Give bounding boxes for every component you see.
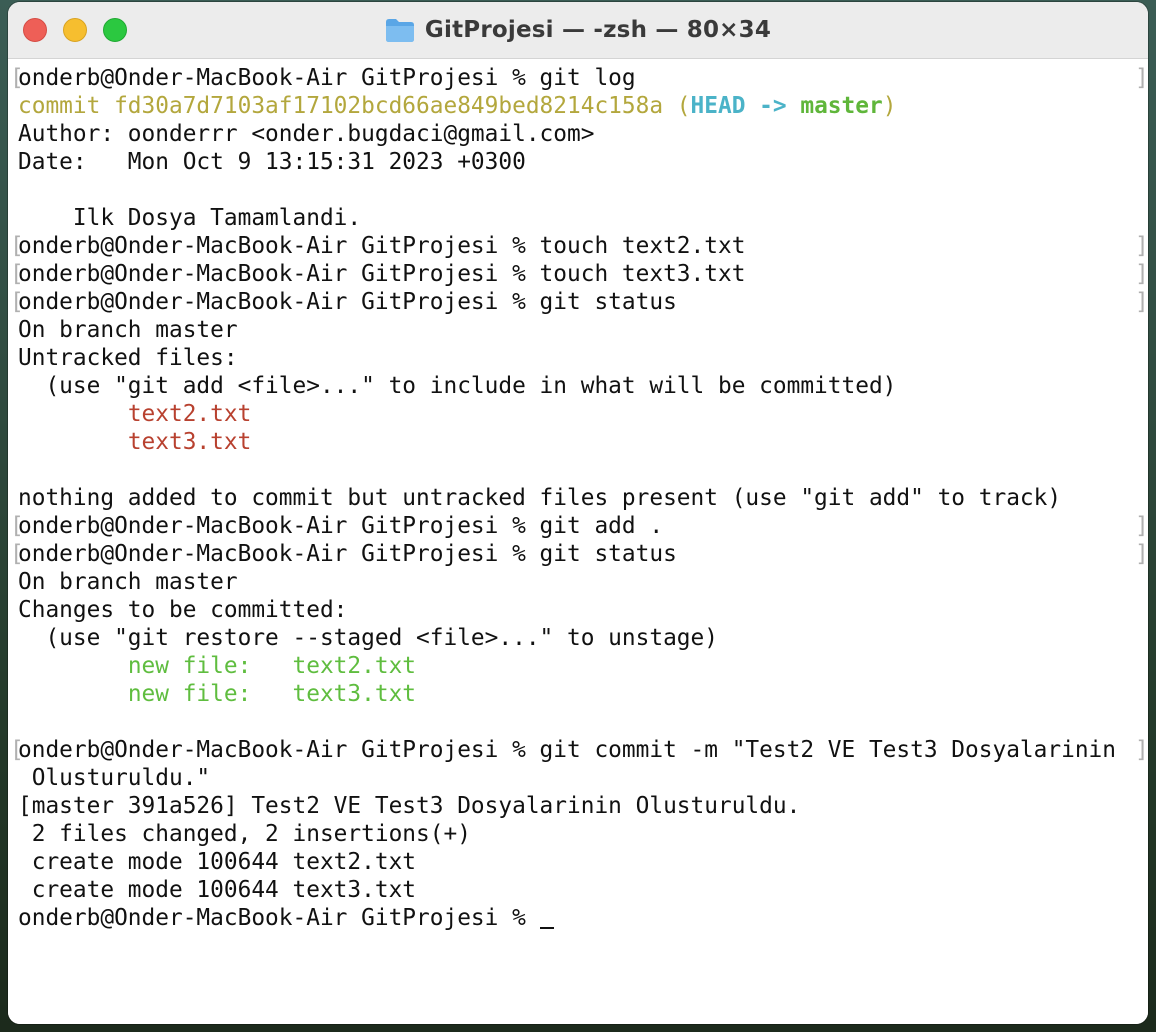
terminal-line: Author: oonderrr <onder.bugdaci@gmail.co… [18,121,595,147]
untracked-file: text3.txt [127,429,252,455]
ref-open-paren: ( [663,93,691,119]
terminal-line: create mode 100644 text2.txt [18,849,417,875]
staged-file: new file: text2.txt [127,653,417,679]
line-marker-right: ] [1135,289,1148,315]
terminal-line-untracked: text3.txt [18,428,252,456]
ref-close-paren: ) [882,93,897,119]
terminal-line: onderb@Onder-MacBook-Air GitProjesi % gi… [18,737,1116,763]
line-marker-right: ] [1135,233,1148,259]
terminal-line: Changes to be committed: [18,597,348,623]
title-bar[interactable]: GitProjesi — -zsh — 80×34 [8,2,1148,59]
terminal-line: 2 files changed, 2 insertions(+) [18,821,471,847]
terminal-prompt-line[interactable]: onderb@Onder-MacBook-Air GitProjesi % [18,904,554,932]
terminal-line: On branch master [18,317,238,343]
terminal-line: onderb@Onder-MacBook-Air GitProjesi % gi… [18,289,677,315]
terminal-line: onderb@Onder-MacBook-Air GitProjesi % to… [18,261,746,287]
staged-file: new file: text3.txt [127,681,417,707]
terminal-line: Olusturuldu." [18,765,211,791]
terminal-line-staged: new file: text3.txt [18,680,416,708]
terminal-line: onderb@Onder-MacBook-Air GitProjesi % gi… [18,65,636,91]
terminal-line: On branch master [18,569,238,595]
terminal-line: onderb@Onder-MacBook-Air GitProjesi % to… [18,233,746,259]
terminal-line-staged: new file: text2.txt [18,652,416,680]
terminal-line: (use "git restore --staged <file>..." to… [18,625,718,651]
head-ref: HEAD -> [690,93,801,119]
terminal-line: [master 391a526] Test2 VE Test3 Dosyalar… [18,793,801,819]
line-marker-right: ] [1135,737,1148,763]
window-title-container: GitProjesi — -zsh — 80×34 [8,2,1148,58]
shell-prompt: onderb@Onder-MacBook-Air GitProjesi % [18,905,540,931]
terminal-window: GitProjesi — -zsh — 80×34 [ onderb@Onder… [8,2,1148,1024]
terminal-line: Ilk Dosya Tamamlandi. [18,205,362,231]
terminal-line: nothing added to commit but untracked fi… [18,485,1062,511]
line-marker-right: ] [1135,261,1148,287]
terminal-line-commit: commit fd30a7d7103af17102bcd66ae849bed82… [18,92,896,120]
terminal-output[interactable]: [ onderb@Onder-MacBook-Air GitProjesi % … [8,59,1148,1024]
line-marker-right: ] [1135,541,1148,567]
untracked-file: text2.txt [127,401,252,427]
terminal-line: Date: Mon Oct 9 13:15:31 2023 +0300 [18,149,526,175]
branch-ref: master [800,93,883,119]
terminal-line: Untracked files: [18,345,238,371]
text-cursor [539,927,554,929]
line-marker-right: ] [1135,65,1148,91]
terminal-line: create mode 100644 text3.txt [18,877,417,903]
terminal-line: onderb@Onder-MacBook-Air GitProjesi % gi… [18,541,677,567]
folder-icon [385,17,415,43]
terminal-line: (use "git add <file>..." to include in w… [18,373,897,399]
commit-hash: commit fd30a7d7103af17102bcd66ae849bed82… [18,93,664,119]
terminal-line-untracked: text2.txt [18,400,252,428]
window-title: GitProjesi — -zsh — 80×34 [424,17,772,43]
terminal-line: onderb@Onder-MacBook-Air GitProjesi % gi… [18,513,664,539]
line-marker-right: ] [1135,513,1148,539]
